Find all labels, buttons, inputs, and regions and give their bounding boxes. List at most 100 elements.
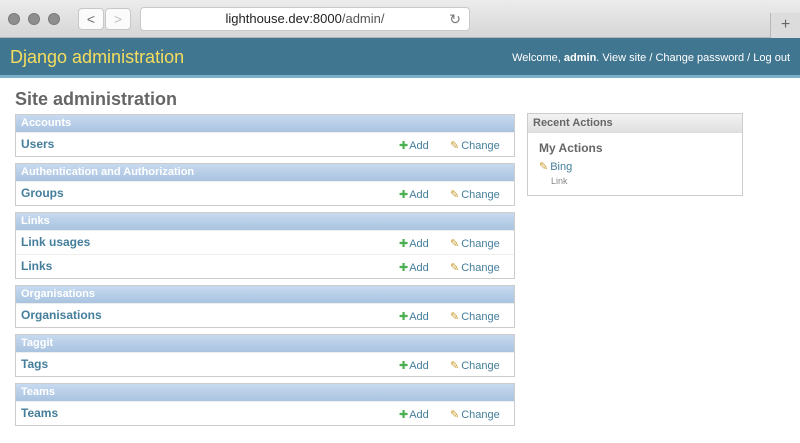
- separator: /: [747, 52, 751, 64]
- pencil-icon: ✎: [539, 161, 549, 173]
- recent-action-label: Bing: [550, 161, 573, 173]
- welcome-text: Welcome,: [512, 52, 561, 64]
- change-label: Change: [461, 311, 500, 323]
- change-link[interactable]: ✎ Change: [450, 408, 500, 421]
- url-host: lighthouse.dev:8000: [225, 11, 342, 26]
- forward-button[interactable]: >: [105, 8, 131, 30]
- new-tab-button[interactable]: +: [770, 13, 800, 38]
- change-label: Change: [461, 140, 500, 152]
- recent-actions-caption: Recent Actions: [528, 114, 742, 133]
- add-label: Add: [409, 238, 429, 250]
- recent-actions-module: Recent Actions My Actions ✎ Bing Link: [527, 113, 743, 196]
- pencil-icon: ✎: [450, 360, 460, 372]
- plus-icon: ✚: [399, 262, 409, 274]
- view-site-link[interactable]: View site: [602, 52, 646, 64]
- change-label: Change: [461, 262, 500, 274]
- change-link[interactable]: ✎ Change: [450, 261, 500, 274]
- recent-action-link[interactable]: ✎ Bing: [539, 160, 572, 173]
- model-link[interactable]: Tags: [21, 357, 48, 371]
- pencil-icon: ✎: [450, 311, 460, 323]
- model-row: Link usages ✚Add ✎ Change: [16, 230, 514, 254]
- admin-header: Django administration Welcome, admin. Vi…: [0, 38, 800, 78]
- my-actions-heading: My Actions: [539, 141, 603, 155]
- log-out-link[interactable]: Log out: [753, 52, 790, 64]
- model-row: Organisations ✚Add ✎ Change: [16, 303, 514, 327]
- plus-icon: +: [780, 16, 791, 33]
- close-window-button[interactable]: [8, 13, 20, 25]
- change-label: Change: [461, 238, 500, 250]
- add-link[interactable]: ✚Add: [399, 310, 429, 323]
- model-link[interactable]: Teams: [21, 406, 58, 420]
- module-caption[interactable]: Taggit: [16, 335, 514, 352]
- model-link[interactable]: Link usages: [21, 235, 90, 249]
- model-row: Users ✚Add ✎ Change: [16, 132, 514, 156]
- change-password-link[interactable]: Change password: [655, 52, 744, 64]
- module-caption[interactable]: Accounts: [16, 115, 514, 132]
- add-label: Add: [409, 189, 429, 201]
- user-tools: Welcome, admin. View site / Change passw…: [512, 52, 790, 64]
- add-label: Add: [409, 409, 429, 421]
- change-link[interactable]: ✎ Change: [450, 139, 500, 152]
- model-row: Tags ✚Add ✎ Change: [16, 352, 514, 376]
- add-link[interactable]: ✚Add: [399, 408, 429, 421]
- app-module-links: Links Link usages ✚Add ✎ Change Links ✚Ad…: [15, 212, 515, 279]
- module-caption[interactable]: Teams: [16, 384, 514, 401]
- add-link[interactable]: ✚Add: [399, 261, 429, 274]
- change-link[interactable]: ✎ Change: [450, 188, 500, 201]
- model-row: Links ✚Add ✎ Change: [16, 254, 514, 278]
- page-title: Site administration: [15, 89, 178, 109]
- app-module-teams: Teams Teams ✚Add ✎ Change: [15, 383, 515, 426]
- change-link[interactable]: ✎ Change: [450, 237, 500, 250]
- site-brand[interactable]: Django administration: [10, 47, 184, 68]
- zoom-window-button[interactable]: [48, 13, 60, 25]
- pencil-icon: ✎: [450, 189, 460, 201]
- add-label: Add: [409, 262, 429, 274]
- add-link[interactable]: ✚Add: [399, 237, 429, 250]
- add-label: Add: [409, 360, 429, 372]
- back-icon: <: [86, 11, 96, 27]
- add-label: Add: [409, 140, 429, 152]
- add-link[interactable]: ✚Add: [399, 139, 429, 152]
- back-button[interactable]: <: [78, 8, 104, 30]
- plus-icon: ✚: [399, 140, 409, 152]
- address-bar[interactable]: lighthouse.dev:8000/admin/ ↻: [140, 7, 470, 31]
- plus-icon: ✚: [399, 311, 409, 323]
- model-link[interactable]: Links: [21, 259, 52, 273]
- reload-icon[interactable]: ↻: [449, 8, 461, 30]
- pencil-icon: ✎: [450, 262, 460, 274]
- plus-icon: ✚: [399, 360, 409, 372]
- change-label: Change: [461, 189, 500, 201]
- minimize-window-button[interactable]: [28, 13, 40, 25]
- module-caption[interactable]: Organisations: [16, 286, 514, 303]
- pencil-icon: ✎: [450, 238, 460, 250]
- app-module-taggit: Taggit Tags ✚Add ✎ Change: [15, 334, 515, 377]
- change-label: Change: [461, 360, 500, 372]
- model-row: Teams ✚Add ✎ Change: [16, 401, 514, 425]
- module-caption[interactable]: Links: [16, 213, 514, 230]
- separator: /: [649, 52, 653, 64]
- change-label: Change: [461, 409, 500, 421]
- app-module-auth: Authentication and Authorization Groups …: [15, 163, 515, 206]
- module-caption[interactable]: Authentication and Authorization: [16, 164, 514, 181]
- recent-action-type: Link: [551, 176, 568, 186]
- model-link[interactable]: Users: [21, 137, 54, 151]
- model-link[interactable]: Groups: [21, 186, 64, 200]
- model-row: Groups ✚Add ✎ Change: [16, 181, 514, 205]
- app-module-organisations: Organisations Organisations ✚Add ✎ Change: [15, 285, 515, 328]
- add-link[interactable]: ✚Add: [399, 188, 429, 201]
- change-link[interactable]: ✎ Change: [450, 359, 500, 372]
- app-module-accounts: Accounts Users ✚Add ✎ Change: [15, 114, 515, 157]
- pencil-icon: ✎: [450, 140, 460, 152]
- pencil-icon: ✎: [450, 409, 460, 421]
- plus-icon: ✚: [399, 189, 409, 201]
- model-link[interactable]: Organisations: [21, 308, 102, 322]
- url-path: /admin/: [341, 11, 385, 26]
- plus-icon: ✚: [399, 409, 409, 421]
- forward-icon: >: [113, 11, 123, 27]
- change-link[interactable]: ✎ Change: [450, 310, 500, 323]
- plus-icon: ✚: [399, 238, 409, 250]
- add-label: Add: [409, 311, 429, 323]
- add-link[interactable]: ✚Add: [399, 359, 429, 372]
- username: admin: [563, 52, 597, 64]
- browser-toolbar: < > lighthouse.dev:8000/admin/ ↻ +: [0, 0, 800, 38]
